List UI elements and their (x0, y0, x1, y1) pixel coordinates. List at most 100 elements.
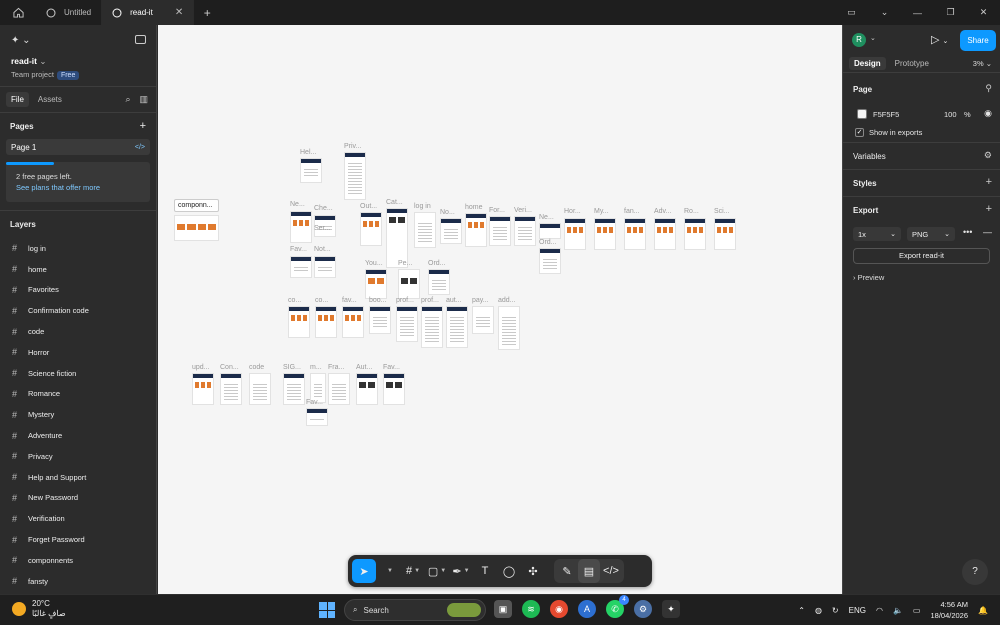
page-item-page-1[interactable]: Page 1 </> (6, 139, 150, 155)
frame-thumbnail[interactable] (398, 269, 420, 299)
layer-item[interactable]: # Mystery (0, 404, 156, 425)
tab-read-it[interactable]: read-it ✕ (102, 0, 195, 25)
rectangle-tool-icon[interactable]: ▢ ▼ (426, 559, 448, 583)
frame-thumbnail[interactable] (624, 218, 646, 250)
variables-settings-icon[interactable]: ⚙ (984, 150, 992, 161)
frame-thumbnail[interactable] (489, 216, 511, 246)
color-hex[interactable]: F5F5F5 (873, 110, 899, 119)
weather-widget[interactable]: 20°C صافٍ غالبًا (12, 599, 66, 619)
canvas[interactable]: componn... Hel... Priv... Ne... Che... S… (158, 25, 842, 594)
layer-item[interactable]: # fansty (0, 571, 156, 592)
sidebar-toggle-icon[interactable] (135, 35, 146, 44)
chevron-up-icon[interactable]: ⌃ (798, 606, 805, 615)
frame-thumbnail[interactable] (396, 306, 418, 342)
search-icon[interactable]: ⌕ (125, 94, 130, 105)
frame-thumbnail[interactable] (654, 218, 676, 250)
frame-thumbnail[interactable] (288, 306, 310, 338)
preview-toggle[interactable]: › Preview (853, 273, 884, 282)
library-book-icon[interactable]: ▥ (139, 94, 148, 105)
frame-thumbnail[interactable] (472, 306, 494, 334)
notifications-bell-icon[interactable]: 🔔 (978, 606, 988, 615)
export-format-select[interactable]: PNG ⌄ (907, 227, 955, 241)
zoom-level[interactable]: 3% ⌄ (973, 59, 992, 68)
upsell-link[interactable]: See plans that offer more (16, 183, 140, 192)
layer-item[interactable]: # Science fiction (0, 363, 156, 384)
frame-thumbnail[interactable] (365, 269, 387, 299)
frame-thumbnail[interactable] (356, 373, 378, 405)
layer-item[interactable]: # Verification (0, 508, 156, 529)
remove-export-minus-icon[interactable]: — (983, 227, 992, 237)
frame-thumbnail[interactable] (564, 218, 586, 250)
frame-thumbnail[interactable] (539, 248, 561, 274)
frame-thumbnail[interactable] (249, 373, 271, 405)
frame-thumbnail[interactable] (386, 208, 408, 268)
component-frame[interactable] (174, 215, 219, 241)
chrome-icon[interactable]: ◉ (550, 600, 568, 618)
frame-thumbnail[interactable] (421, 306, 443, 348)
home-icon[interactable] (0, 0, 36, 25)
layer-item[interactable]: # Adventure (0, 425, 156, 446)
pen-tool-icon[interactable]: ✒ ▼ (450, 559, 472, 583)
text-tool-icon[interactable]: T (474, 559, 496, 583)
frame-thumbnail[interactable] (465, 213, 487, 247)
frame-thumbnail[interactable] (328, 373, 350, 405)
add-style-plus-icon[interactable]: + (986, 176, 992, 188)
layer-item[interactable]: # componnents (0, 550, 156, 571)
arc-browser-icon[interactable]: A (578, 600, 596, 618)
frame-thumbnail[interactable] (283, 373, 305, 405)
layer-item[interactable]: # Romance (0, 384, 156, 405)
tab-file[interactable]: File (6, 92, 29, 107)
layer-item[interactable]: # Horror (0, 342, 156, 363)
layer-item[interactable]: # code (0, 321, 156, 342)
frame-thumbnail[interactable] (714, 218, 736, 250)
chevron-down-icon[interactable]: ⌄ (870, 34, 876, 42)
close-window-icon[interactable]: ✕ (967, 7, 1000, 18)
wifi-icon[interactable]: ◠ (876, 606, 883, 615)
draw-mode-icon[interactable]: ✎ (556, 559, 578, 583)
add-export-plus-icon[interactable]: + (986, 203, 992, 215)
tray-app-icon[interactable]: ◍ (815, 606, 822, 615)
export-button[interactable]: Export read-it (853, 248, 990, 264)
frame-thumbnail[interactable] (192, 373, 214, 405)
frame-thumbnail[interactable] (220, 373, 242, 405)
figma-app-icon[interactable]: ✦ (662, 600, 680, 618)
frame-thumbnail[interactable] (342, 306, 364, 338)
frame-thumbnail[interactable] (446, 306, 468, 348)
frame-thumbnail[interactable] (290, 211, 312, 243)
share-button[interactable]: Share (960, 30, 996, 51)
color-styles-icon[interactable]: ⚲ (985, 83, 992, 94)
library-icon[interactable]: ▭ (835, 7, 868, 18)
tab-prototype[interactable]: Prototype (890, 57, 934, 70)
frame-thumbnail[interactable] (314, 256, 336, 278)
actions-tool-icon[interactable]: ✣ (522, 559, 544, 583)
frame-thumbnail[interactable] (290, 256, 312, 278)
file-name[interactable]: read-it ⌄ (11, 56, 46, 67)
frame-thumbnail[interactable] (306, 408, 328, 426)
language-indicator[interactable]: ENG (849, 606, 866, 615)
checkbox-checked-icon[interactable]: ✓ (855, 127, 864, 137)
layer-item[interactable]: # New Password (0, 488, 156, 509)
volume-icon[interactable]: 🔈 (893, 606, 903, 615)
clock[interactable]: 4:56 AM 18/04/2026 (930, 599, 968, 621)
layer-item[interactable]: # Help and Support (0, 467, 156, 488)
more-options-icon[interactable]: ••• (963, 227, 972, 237)
frame-thumbnail[interactable] (300, 158, 322, 183)
dev-mode-icon[interactable]: </> (600, 559, 622, 583)
close-icon[interactable]: ✕ (175, 7, 183, 18)
help-button[interactable]: ? (962, 559, 988, 585)
refresh-icon[interactable]: ↻ (832, 606, 839, 615)
figma-menu-icon[interactable]: ✦ ⌄ (11, 35, 31, 46)
restore-icon[interactable]: ❐ (934, 7, 967, 18)
design-mode-icon[interactable]: ▤ (578, 559, 600, 583)
chevron-down-icon[interactable]: ⌄ (868, 7, 901, 18)
move-tool-icon[interactable]: ➤ (352, 559, 376, 583)
layer-item[interactable]: # Forget Password (0, 529, 156, 550)
dev-mode-code-icon[interactable]: </> (135, 144, 145, 151)
tab-design[interactable]: Design (849, 57, 886, 70)
component-label[interactable]: componn... (174, 199, 219, 212)
move-tool-menu-chevron-icon[interactable]: ▼ (378, 559, 400, 583)
background-color-field[interactable]: F5F5F5 100 % (857, 107, 971, 121)
settings-gear-icon[interactable]: ⚙ (634, 600, 652, 618)
avatar[interactable]: R (852, 33, 866, 47)
task-view-icon[interactable]: ▣ (494, 600, 512, 618)
